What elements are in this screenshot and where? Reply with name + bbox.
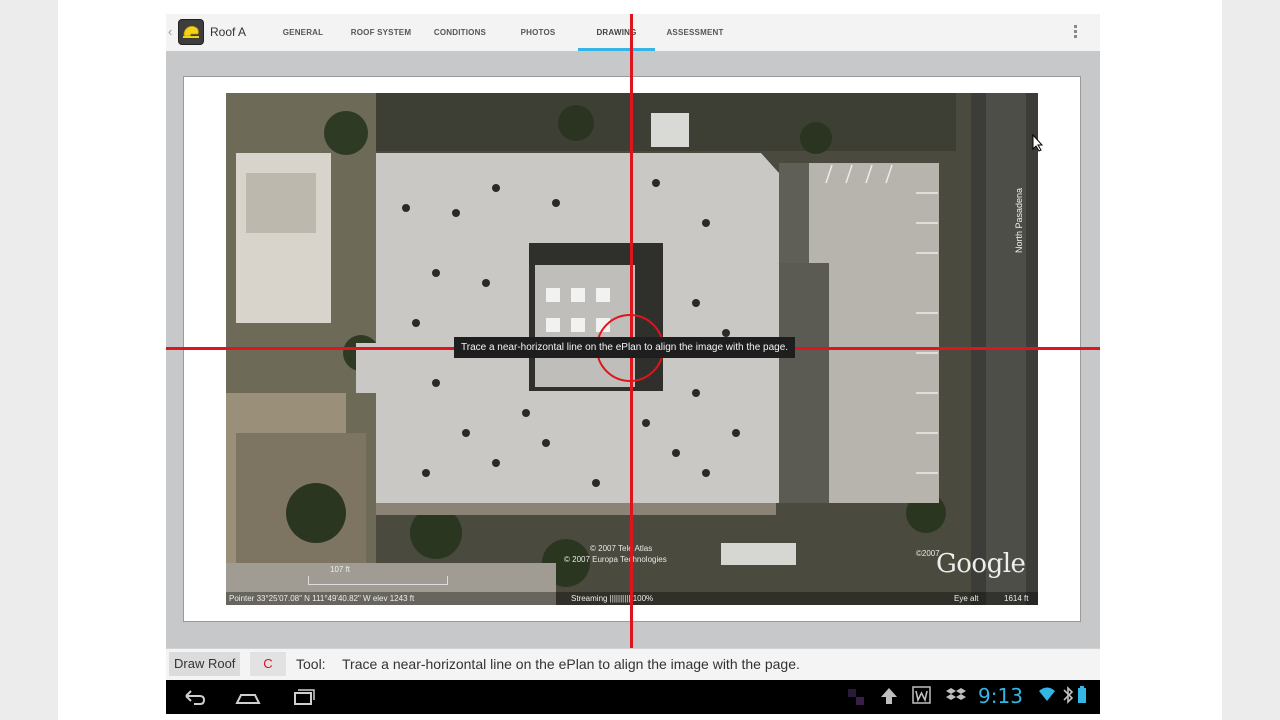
overflow-menu-icon[interactable] [1072, 25, 1078, 41]
left-margin [0, 0, 58, 720]
back-icon[interactable] [180, 685, 208, 707]
map-copyright-2: © 2007 Europa Technologies [564, 555, 667, 564]
word-icon [912, 686, 931, 704]
draw-roof-button[interactable]: Draw Roof [169, 652, 241, 676]
upload-icon [881, 688, 897, 704]
tab-bar: GENERAL ROOF SYSTEM CONDITIONS PHOTOS DR… [266, 14, 735, 51]
tool-bar: Draw Roof C Tool: Trace a near-horizonta… [166, 648, 1100, 680]
instruction-tooltip: Trace a near-horizontal line on the ePla… [454, 337, 796, 358]
c-tool-button[interactable]: C [250, 652, 286, 676]
scale-label: 107 ft [330, 565, 351, 574]
mouse-cursor-icon [1032, 134, 1044, 152]
drawing-canvas[interactable]: North Pasadena © 2007 Tele Atlas © 2007 … [166, 14, 1100, 650]
tab-drawing[interactable]: DRAWING [578, 14, 655, 51]
app-notification-icon [848, 689, 864, 705]
up-caret-icon[interactable]: ‹ [168, 24, 172, 39]
tablet-screen: ‹ Roof A GENERAL ROOF SYSTEM CONDITIONS … [166, 14, 1100, 714]
tab-roof-system[interactable]: ROOF SYSTEM [340, 14, 422, 51]
system-nav-bar: 9:13 [166, 680, 1100, 714]
dropbox-icon [946, 688, 966, 700]
tab-assessment[interactable]: ASSESSMENT [655, 14, 735, 51]
pointer-coordinates: Pointer 33°25'07.08" N 111°49'40.82" W e… [229, 594, 415, 603]
street-label: North Pasadena [1014, 187, 1024, 253]
home-icon[interactable] [234, 685, 262, 707]
recent-apps-icon[interactable] [290, 685, 318, 707]
bluetooth-icon [1063, 686, 1074, 704]
map-copyright-1: © 2007 Tele Atlas [590, 544, 653, 553]
right-margin [1222, 0, 1280, 720]
battery-icon [1078, 686, 1086, 703]
wifi-icon [1039, 687, 1055, 701]
streaming-status: Streaming |||||||||| 100% [571, 594, 654, 603]
google-logo: Google [936, 549, 1026, 579]
tool-label: Tool: [296, 656, 326, 672]
tool-instruction: Trace a near-horizontal line on the ePla… [342, 656, 800, 672]
helmet-logo-icon[interactable] [178, 19, 204, 45]
tab-conditions[interactable]: CONDITIONS [422, 14, 498, 51]
eye-alt-value: 1614 ft [1004, 594, 1029, 603]
tab-photos[interactable]: PHOTOS [498, 14, 578, 51]
app-title: Roof A [210, 25, 247, 39]
tab-general[interactable]: GENERAL [266, 14, 340, 51]
eye-alt-label: Eye alt [954, 594, 979, 603]
scale-bar [308, 576, 448, 585]
clock: 9:13 [978, 684, 1023, 708]
action-bar: ‹ Roof A GENERAL ROOF SYSTEM CONDITIONS … [166, 14, 1100, 52]
